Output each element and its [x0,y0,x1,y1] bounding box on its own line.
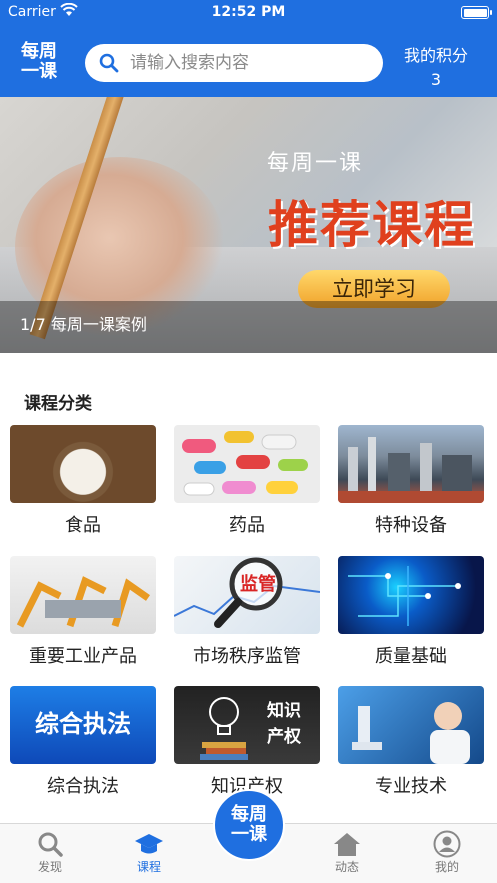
tab-label: 动态 [334,860,359,874]
law-image-text: 综合执法 [35,710,131,738]
graduation-cap-icon [109,830,189,858]
category-label: 市场秩序监管 [193,646,301,667]
category-label: 重要工业产品 [29,646,137,667]
banner-caption: 1/7 每周一课案例 [20,315,147,334]
category-quality-foundation[interactable]: 质量基础 [338,556,484,668]
status-bar: Carrier 12:52 PM [0,0,497,26]
tab-discover[interactable]: 发现 [10,830,90,875]
market-image-text: 监管 [240,574,276,595]
category-intellectual-property[interactable]: 知识 产权 知识产权 [174,686,320,798]
home-icon [307,830,387,858]
search-input[interactable] [130,51,370,75]
category-professional-tech[interactable]: 专业技术 [338,686,484,798]
tab-activity[interactable]: 动态 [307,830,387,875]
food-image [10,425,156,503]
industrial-products-image [10,556,156,634]
search-icon [10,830,90,858]
app-logo[interactable]: 每周 一课 [16,42,62,86]
tab-label: 课程 [136,860,161,874]
tab-courses[interactable]: 课程 [109,830,189,875]
category-label: 药品 [229,515,265,536]
category-label: 食品 [65,515,101,536]
category-label: 质量基础 [375,646,447,667]
status-time: 12:52 PM [211,4,286,20]
tab-mine[interactable]: 我的 [407,830,487,875]
top-bar: Carrier 12:52 PM 每周 一课 我的积分 3 [0,0,497,97]
category-label: 综合执法 [47,776,119,797]
logo-line-2: 一课 [21,61,57,82]
law-enforcement-image: 综合执法 [10,686,156,764]
tab-label: 我的 [434,860,459,874]
battery-icon [461,6,492,19]
market-supervision-image: 监管 [174,556,320,634]
professional-tech-image [338,686,484,764]
center-line-2: 一课 [231,824,267,845]
search-bar[interactable] [85,44,383,82]
banner-title: 推荐课程 [268,196,476,254]
category-food[interactable]: 食品 [10,425,156,537]
promo-banner[interactable]: 每周一课 推荐课程 立即学习 1/7 每周一课案例 [0,97,497,353]
center-line-1: 每周 [231,804,267,825]
ip-image-text-1: 知识 [267,701,301,721]
my-points[interactable]: 我的积分 3 [391,44,481,92]
category-market-supervision[interactable]: 监管 市场秩序监管 [174,556,320,668]
category-label: 特种设备 [375,515,447,536]
category-drug[interactable]: 药品 [174,425,320,537]
drug-image [174,425,320,503]
points-label: 我的积分 [403,46,468,65]
points-value: 3 [430,70,442,89]
special-equipment-image [338,425,484,503]
logo-line-1: 每周 [21,41,57,62]
category-special-equipment[interactable]: 特种设备 [338,425,484,537]
course-categories: 课程分类 食品 药品 特种设备 重要工业产品 监管 市场秩序监管 质量基础 综合… [0,353,497,823]
banner-subtitle: 每周一课 [267,151,364,176]
ip-image-text-2: 产权 [267,727,301,747]
user-icon [407,830,487,858]
category-label: 专业技术 [375,776,447,797]
category-industrial-products[interactable]: 重要工业产品 [10,556,156,668]
weekly-lesson-button[interactable]: 每周 一课 [213,789,285,861]
section-title: 课程分类 [24,394,92,414]
quality-foundation-image [338,556,484,634]
tab-label: 发现 [37,860,62,874]
search-icon [99,53,119,73]
intellectual-property-image: 知识 产权 [174,686,320,764]
category-law-enforcement[interactable]: 综合执法 综合执法 [10,686,156,798]
